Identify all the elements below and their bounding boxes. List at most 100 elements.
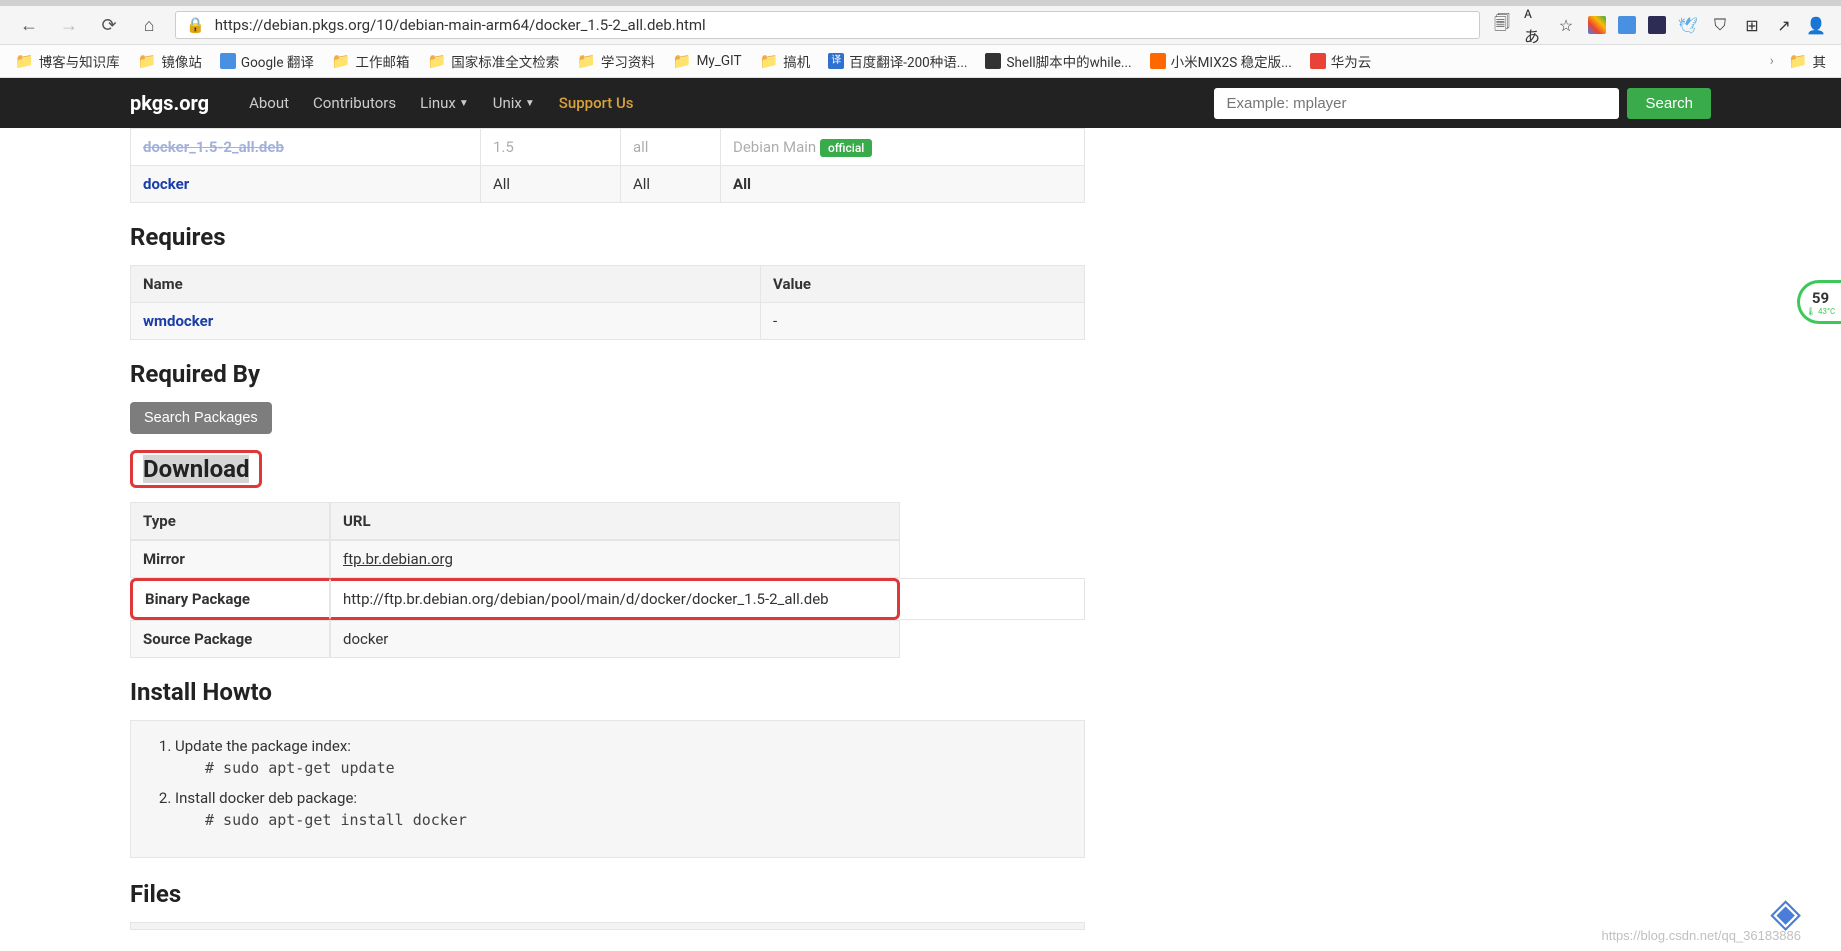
- bookmark-item[interactable]: 📁其: [1789, 51, 1826, 71]
- nav-linux[interactable]: Linux▼: [420, 94, 469, 112]
- widget-main: 59: [1812, 289, 1829, 307]
- bookmark-label: 学习资料: [601, 51, 655, 71]
- bookmark-label: 百度翻译-200种语...: [849, 51, 967, 71]
- search-button[interactable]: Search: [1627, 88, 1711, 119]
- bookmark-overflow[interactable]: ›: [1770, 53, 1774, 69]
- bookmark-label: Google 翻译: [241, 51, 314, 71]
- download-url[interactable]: docker: [330, 620, 900, 658]
- bookmark-label: 搞机: [783, 51, 810, 71]
- folder-icon: 📁: [577, 52, 596, 70]
- reader-icon[interactable]: 🗐: [1492, 15, 1512, 35]
- cell-arch: All: [621, 166, 721, 203]
- cell-version: 1.5: [481, 129, 621, 166]
- search-packages-button[interactable]: Search Packages: [130, 402, 272, 434]
- bookmark-label: 工作邮箱: [356, 51, 410, 71]
- section-files: Files: [130, 880, 1085, 908]
- forward-button[interactable]: →: [55, 11, 83, 39]
- bookmark-item[interactable]: 📁镜像站: [138, 51, 202, 71]
- section-required-by: Required By: [130, 360, 1085, 388]
- ext-bird-icon[interactable]: 🕊: [1678, 15, 1698, 35]
- top-table: docker_1.5-2_all.deb 1.5 all Debian Main…: [130, 128, 1085, 203]
- nav-about[interactable]: About: [249, 94, 289, 112]
- folder-icon: 📁: [1789, 52, 1808, 70]
- nav-unix[interactable]: Unix▼: [493, 94, 535, 112]
- browser-toolbar: ← → ⟳ ⌂ 🔒 https://debian.pkgs.org/10/deb…: [0, 6, 1841, 45]
- bookmark-item[interactable]: 华为云: [1310, 51, 1372, 71]
- refresh-button[interactable]: ⟳: [95, 11, 123, 39]
- bookmark-label: 国家标准全文检索: [451, 51, 559, 71]
- profile-icon[interactable]: 👤: [1806, 15, 1826, 35]
- bookmarks-bar: 📁博客与知识库 📁镜像站 Google 翻译 📁工作邮箱 📁国家标准全文检索 📁…: [0, 45, 1841, 78]
- cell-arch: all: [621, 129, 721, 166]
- install-step: Install docker deb package: # sudo apt-g…: [175, 789, 1064, 829]
- huawei-icon: [1310, 53, 1326, 69]
- install-step: Update the package index: # sudo apt-get…: [175, 737, 1064, 777]
- bookmark-item[interactable]: 📁工作邮箱: [332, 51, 410, 71]
- bookmark-item[interactable]: 📁 学习资料: [577, 51, 655, 71]
- search-input[interactable]: [1214, 88, 1619, 119]
- official-badge: official: [820, 139, 872, 157]
- site-search: Search: [1214, 88, 1711, 119]
- download-url: ftp.br.debian.org: [330, 540, 900, 578]
- package-link[interactable]: docker: [143, 175, 189, 193]
- float-widget[interactable]: 59 🌡 43°C: [1797, 280, 1841, 324]
- download-type: Binary Package: [130, 578, 330, 620]
- bookmark-label: 华为云: [1331, 51, 1372, 71]
- bookmark-item[interactable]: 📁 博客与知识库: [15, 51, 120, 71]
- table-row: Mirror ftp.br.debian.org: [130, 540, 1085, 578]
- site-nav: About Contributors Linux▼ Unix▼ Support …: [249, 94, 633, 112]
- star-icon[interactable]: ☆: [1556, 15, 1576, 35]
- bookmark-item[interactable]: 📁 My_GIT: [673, 52, 742, 70]
- nav-support-us[interactable]: Support Us: [559, 94, 634, 112]
- baidu-icon: 译: [828, 53, 844, 69]
- address-bar[interactable]: 🔒 https://debian.pkgs.org/10/debian-main…: [175, 11, 1480, 39]
- download-type: Source Package: [130, 620, 330, 658]
- ext-google-icon[interactable]: [1588, 16, 1606, 34]
- translate-icon[interactable]: ᴀあ: [1524, 15, 1544, 35]
- section-install: Install Howto: [130, 678, 1085, 706]
- section-download: Download: [143, 455, 249, 483]
- nav-contributors[interactable]: Contributors: [313, 94, 396, 112]
- bookmark-item[interactable]: Shell脚本中的while...: [985, 51, 1131, 71]
- share-icon[interactable]: ↗: [1774, 15, 1794, 35]
- download-type: Mirror: [130, 540, 330, 578]
- bookmark-item[interactable]: 小米MIX2S 稳定版...: [1150, 51, 1292, 71]
- package-link[interactable]: docker_1.5-2_all.deb: [143, 138, 284, 156]
- folder-icon: 📁: [428, 52, 447, 70]
- bookmark-label: My_GIT: [697, 53, 742, 69]
- shell-icon: [985, 53, 1001, 69]
- folder-icon: 📁: [138, 52, 157, 70]
- download-table: Type URL Mirror ftp.br.debian.org Binary…: [130, 502, 1085, 658]
- site-navbar: pkgs.org About Contributors Linux▼ Unix▼…: [0, 78, 1841, 128]
- home-button[interactable]: ⌂: [135, 11, 163, 39]
- bookmark-item[interactable]: Google 翻译: [220, 51, 314, 71]
- site-logo[interactable]: pkgs.org: [130, 91, 209, 115]
- favorites-icon[interactable]: ⛉: [1710, 15, 1730, 35]
- cell-repo: Debian Main official: [721, 129, 1085, 166]
- bookmark-label: 其: [1813, 51, 1827, 71]
- install-box: Update the package index: # sudo apt-get…: [130, 720, 1085, 858]
- ext-translate-icon[interactable]: [1618, 16, 1636, 34]
- bookmark-label: Shell脚本中的while...: [1006, 51, 1131, 71]
- chevron-down-icon: ▼: [525, 98, 535, 109]
- folder-icon: 📁: [673, 52, 692, 70]
- ext-purple-icon[interactable]: [1648, 16, 1666, 34]
- folder-icon: 📁: [760, 52, 779, 70]
- bookmark-item[interactable]: 📁搞机: [760, 51, 811, 71]
- table-row: docker_1.5-2_all.deb 1.5 all Debian Main…: [131, 129, 1085, 166]
- bookmark-label: 博客与知识库: [39, 51, 120, 71]
- table-row-highlighted: Binary Package http://ftp.br.debian.org/…: [130, 578, 1085, 620]
- collections-icon[interactable]: ⊞: [1742, 15, 1762, 35]
- widget-sub: 🌡 43°C: [1806, 307, 1835, 316]
- require-link[interactable]: wmdocker: [143, 312, 213, 330]
- bookmark-item[interactable]: 译百度翻译-200种语...: [828, 51, 967, 71]
- watermark-text: https://blog.csdn.net/qq_36183886: [1602, 928, 1802, 943]
- th-type: Type: [130, 502, 330, 540]
- download-url[interactable]: http://ftp.br.debian.org/debian/pool/mai…: [330, 578, 900, 620]
- bookmark-item[interactable]: 📁国家标准全文检索: [428, 51, 560, 71]
- code-line: # sudo apt-get install docker: [175, 811, 1064, 829]
- th-name: Name: [131, 266, 761, 303]
- main-content: docker_1.5-2_all.deb 1.5 all Debian Main…: [130, 128, 1085, 930]
- folder-icon: 📁: [15, 52, 34, 70]
- back-button[interactable]: ←: [15, 11, 43, 39]
